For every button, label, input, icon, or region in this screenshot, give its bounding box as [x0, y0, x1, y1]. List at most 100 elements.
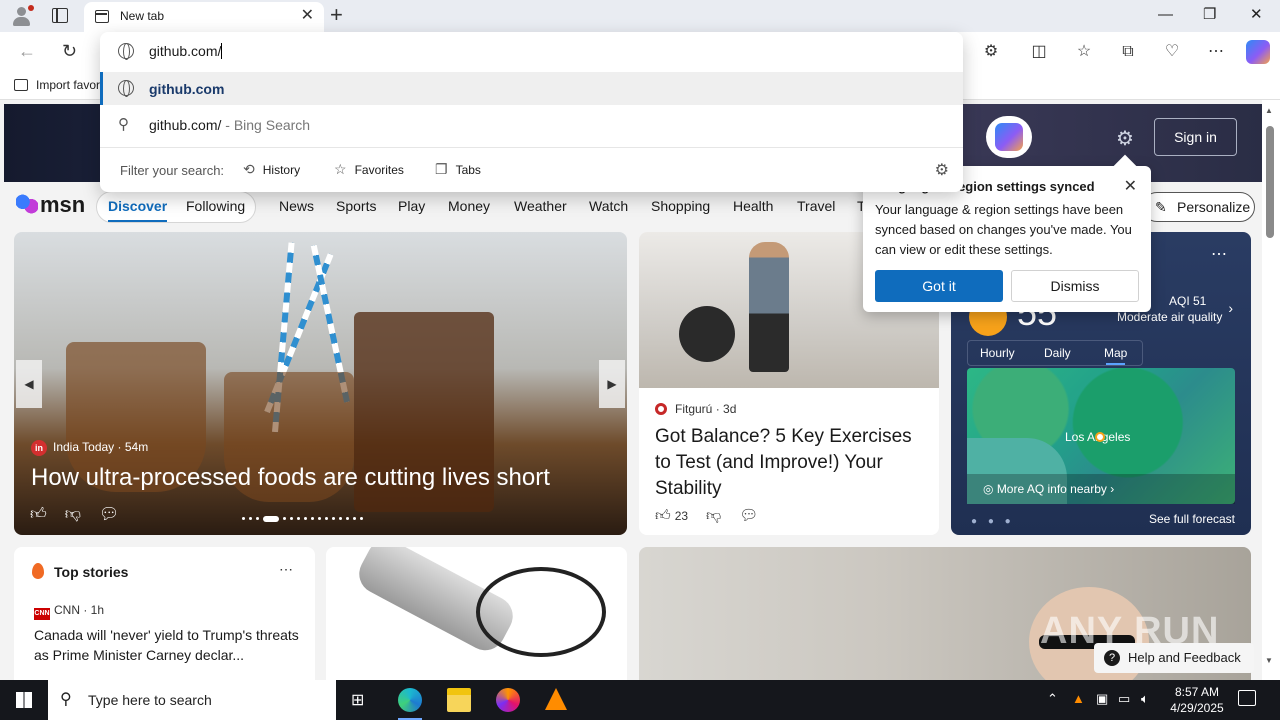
popup-message: Your language & region settings have bee…: [875, 202, 1132, 257]
scroll-down-icon[interactable]: ▼: [1265, 656, 1273, 665]
favorites-icon[interactable]: ☆: [1074, 42, 1094, 62]
windows-start-icon[interactable]: [16, 692, 32, 708]
tabs-icon: ❐: [435, 161, 448, 177]
product-card-heater[interactable]: [326, 547, 627, 680]
personalize-button[interactable]: ✎ Personalize: [1142, 192, 1255, 222]
collections-icon[interactable]: ⧉: [1118, 42, 1138, 62]
category-weather[interactable]: Weather: [514, 198, 567, 214]
cnn-logo: CNN: [34, 608, 50, 620]
new-tab-button[interactable]: +: [330, 2, 343, 28]
hero-carousel[interactable]: ◀ ▶ in India Today · 54m How ultra-proces…: [14, 232, 627, 535]
task-view-icon[interactable]: ⊞: [351, 690, 364, 710]
got-it-button[interactable]: Got it: [875, 270, 1003, 302]
filter-history[interactable]: ⟲ History: [243, 161, 300, 178]
scroll-thumb[interactable]: [1266, 126, 1274, 238]
tab-hourly[interactable]: Hourly: [980, 346, 1015, 360]
chevron-right-icon[interactable]: ›: [1228, 300, 1233, 316]
restore-icon[interactable]: ❐: [1203, 5, 1216, 25]
category-watch[interactable]: Watch: [589, 198, 628, 214]
page-scrollbar[interactable]: ▲ ▼: [1262, 100, 1280, 680]
tab-daily[interactable]: Daily: [1044, 346, 1071, 360]
help-feedback-button[interactable]: ? Help and Feedback: [1094, 643, 1254, 673]
hero-headline[interactable]: How ultra-processed foods are cutting li…: [31, 464, 550, 492]
hero-source: in India Today · 54m: [31, 440, 148, 456]
carousel-prev-button[interactable]: ◀: [16, 360, 42, 408]
clock-date: 4/29/2025: [1170, 701, 1224, 715]
weather-pager[interactable]: ● ● ●: [971, 516, 1015, 527]
browser-essentials-icon[interactable]: ♡: [1162, 42, 1182, 62]
dismiss-button[interactable]: Dismiss: [1011, 270, 1139, 302]
close-tab-icon[interactable]: ✕: [301, 8, 314, 24]
carousel-pager[interactable]: [242, 510, 398, 522]
card-headline[interactable]: Got Balance? 5 Key Exercises to Test (an…: [655, 424, 925, 502]
scroll-up-icon[interactable]: ▲: [1265, 106, 1273, 115]
device-icon[interactable]: ▣: [1096, 691, 1108, 707]
refresh-icon[interactable]: ↻: [62, 40, 77, 62]
top-stories-header: Top stories: [54, 564, 129, 580]
taskbar-search[interactable]: ⚲ Type here to search: [48, 680, 336, 720]
more-options-icon[interactable]: ⋯: [279, 561, 293, 578]
see-full-forecast-link[interactable]: See full forecast: [1149, 512, 1235, 526]
pencil-icon: ✎: [1155, 199, 1167, 215]
more-options-icon[interactable]: ⋯: [1211, 244, 1227, 264]
dislike-icon[interactable]: 👎︎: [65, 506, 81, 523]
file-explorer-icon[interactable]: [447, 688, 471, 712]
notifications-icon[interactable]: [1238, 690, 1256, 706]
hero-actions: 👍︎ 👎︎ 💬︎: [30, 504, 137, 524]
page-settings-icon[interactable]: ⚙: [1116, 126, 1134, 151]
more-options-icon[interactable]: ⋯: [1206, 42, 1226, 62]
address-input[interactable]: github.com/: [149, 43, 223, 59]
filter-favorites[interactable]: ☆ Favorites: [334, 161, 404, 178]
story-headline[interactable]: Canada will 'never' yield to Trump's thr…: [34, 625, 304, 665]
volume-icon[interactable]: 🔈︎: [1141, 691, 1149, 707]
msn-butterfly-icon: [16, 193, 38, 215]
tab-title: New tab: [120, 9, 165, 23]
copilot-hero-button[interactable]: [986, 116, 1032, 158]
text-cursor: [221, 43, 223, 59]
category-play[interactable]: Play: [398, 198, 425, 214]
comment-icon[interactable]: 💬︎: [99, 506, 119, 523]
extensions-icon[interactable]: ⚙: [981, 42, 1001, 62]
vlc-tray-icon[interactable]: ▲: [1072, 691, 1085, 706]
back-icon[interactable]: ←: [18, 40, 36, 62]
vlc-icon[interactable]: [545, 688, 567, 710]
network-icon[interactable]: ▭: [1118, 691, 1130, 707]
suggestion-url[interactable]: github.com: [100, 72, 963, 105]
split-screen-icon[interactable]: ◫: [1029, 42, 1049, 62]
history-icon: ⟲: [243, 161, 255, 177]
like-icon[interactable]: 👍︎: [30, 506, 47, 523]
tab-map[interactable]: Map: [1104, 346, 1127, 365]
tab-new-tab[interactable]: New tab ✕: [84, 2, 324, 32]
more-aq-link[interactable]: ◎ More AQ info nearby ›: [967, 474, 1235, 504]
comment-icon[interactable]: 💬︎: [739, 507, 758, 524]
category-shopping[interactable]: Shopping: [651, 198, 710, 214]
category-health[interactable]: Health: [733, 198, 773, 214]
sign-in-button[interactable]: Sign in: [1154, 118, 1237, 156]
filter-tabs[interactable]: ❐ Tabs: [435, 161, 481, 178]
category-sports[interactable]: Sports: [336, 198, 376, 214]
category-money[interactable]: Money: [448, 198, 490, 214]
copilot-icon[interactable]: [1246, 40, 1270, 64]
aqi-value[interactable]: AQI 51: [1169, 294, 1206, 308]
category-news[interactable]: News: [279, 198, 314, 214]
category-travel[interactable]: Travel: [797, 198, 835, 214]
carousel-next-button[interactable]: ▶: [599, 360, 625, 408]
tray-chevron-icon[interactable]: ⌃: [1047, 691, 1058, 707]
minimize-icon[interactable]: —: [1158, 5, 1173, 25]
tab-actions-icon[interactable]: [52, 8, 68, 23]
close-window-icon[interactable]: ✕: [1250, 5, 1263, 25]
edge-taskbar-icon[interactable]: [398, 688, 422, 720]
settings-gear-icon[interactable]: ⚙: [935, 160, 949, 180]
search-icon: ⚲: [118, 116, 129, 133]
profile-icon[interactable]: [10, 5, 34, 27]
taskbar-clock[interactable]: 8:57 AM 4/29/2025: [1160, 684, 1234, 716]
suggestion-search[interactable]: ⚲ github.com/ - Bing Search: [100, 108, 963, 141]
weather-map[interactable]: Los Angeles ◎ More AQ info nearby ›: [967, 368, 1235, 504]
msn-logo[interactable]: msn: [16, 192, 85, 218]
tab-following[interactable]: Following: [186, 198, 245, 214]
firefox-icon[interactable]: [496, 688, 520, 712]
close-icon[interactable]: ✕: [1124, 176, 1137, 196]
like-icon[interactable]: 👍︎: [655, 507, 671, 524]
tab-discover[interactable]: Discover: [108, 198, 168, 222]
dislike-icon[interactable]: 👎︎: [706, 507, 721, 524]
